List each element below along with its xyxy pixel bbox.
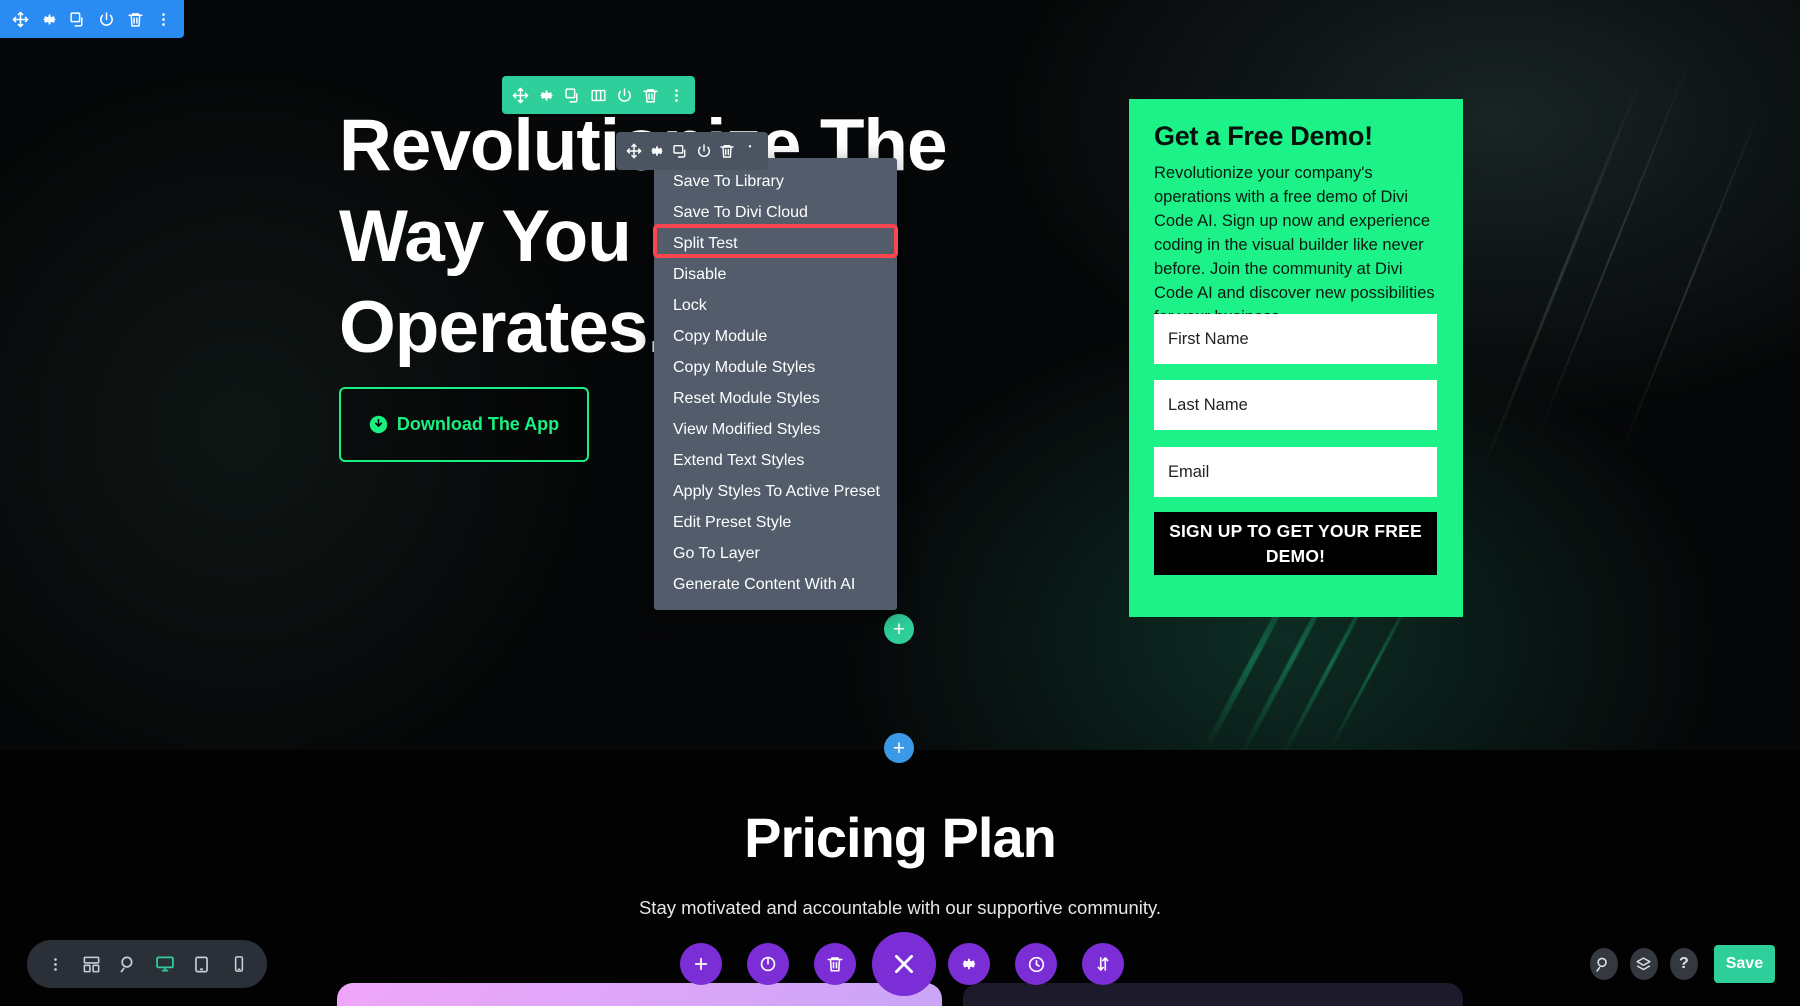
first-name-field[interactable]: First Name [1154,314,1437,364]
menu-item-split-test[interactable]: Split Test [654,228,897,259]
pricing-title: Pricing Plan [744,806,1057,869]
desktop-icon[interactable] [150,949,180,979]
menu-item-copy-module-styles[interactable]: Copy Module Styles [654,352,897,383]
kebab-icon[interactable] [739,132,762,170]
close-builder-button[interactable] [872,932,936,996]
menu-item-save-to-library[interactable]: Save To Library [654,166,897,197]
duplicate-icon[interactable] [560,76,586,114]
email-field[interactable]: Email [1154,447,1437,497]
kebab-icon[interactable] [40,949,70,979]
trash-icon[interactable] [637,76,663,114]
trash-icon[interactable] [814,943,856,985]
power-icon[interactable] [747,943,789,985]
pricing-subtitle: Stay motivated and accountable with our … [638,897,1162,918]
move-icon[interactable] [6,0,35,38]
duplicate-icon[interactable] [669,132,692,170]
kebab-icon[interactable] [663,76,689,114]
save-button[interactable]: Save [1713,945,1775,983]
trash-icon[interactable] [121,0,150,38]
add-module-button[interactable] [680,943,722,985]
sort-icon[interactable] [1082,943,1124,985]
module-context-menu[interactable]: Save To Library Save To Divi Cloud Split… [654,158,897,610]
menu-item-apply-styles-to-active-preset[interactable]: Apply Styles To Active Preset [654,476,897,507]
section-toolbar[interactable] [0,0,184,38]
power-icon[interactable] [611,76,637,114]
history-icon[interactable] [1015,943,1057,985]
gear-icon[interactable] [645,132,668,170]
menu-item-lock[interactable]: Lock [654,290,897,321]
gear-icon[interactable] [35,0,64,38]
power-icon[interactable] [92,0,121,38]
power-icon[interactable] [692,132,715,170]
download-circle-icon [369,415,388,434]
gear-icon[interactable] [948,943,990,985]
gear-icon[interactable] [534,76,560,114]
zoom-out-icon[interactable] [114,949,144,979]
menu-item-save-to-divi-cloud[interactable]: Save To Divi Cloud [654,197,897,228]
menu-item-disable[interactable]: Disable [654,259,897,290]
add-row-button[interactable]: + [884,614,914,644]
signup-submit-button[interactable]: SIGN UP TO GET YOUR FREE DEMO! [1154,512,1437,575]
background-streak [1618,103,1764,457]
search-icon[interactable] [1590,948,1618,980]
move-icon[interactable] [622,132,645,170]
builder-utility-bar[interactable]: ? Save [1590,940,1775,988]
menu-item-reset-module-styles[interactable]: Reset Module Styles [654,383,897,414]
tablet-icon[interactable] [187,949,217,979]
phone-icon[interactable] [224,949,254,979]
menu-item-copy-module[interactable]: Copy Module [654,321,897,352]
menu-item-generate-content-with-ai[interactable]: Generate Content With AI [654,569,897,600]
builder-action-bar[interactable] [650,932,1124,996]
download-the-app-button[interactable]: Download The App [339,387,589,462]
move-icon[interactable] [508,76,534,114]
background-streak [1479,75,1644,475]
demo-card-title: Get a Free Demo! [1154,121,1373,151]
add-section-button[interactable]: + [884,733,914,763]
duplicate-icon[interactable] [63,0,92,38]
divi-visual-builder: Revolutionize The Way You ... pany Opera… [0,0,1800,1006]
wireframe-icon[interactable] [77,949,107,979]
menu-item-view-modified-styles[interactable]: View Modified Styles [654,414,897,445]
view-mode-toolbar[interactable] [27,940,267,988]
module-toolbar[interactable] [616,132,768,170]
demo-card-body: Revolutionize your company's operations … [1154,164,1435,326]
menu-item-extend-text-styles[interactable]: Extend Text Styles [654,445,897,476]
columns-icon[interactable] [586,76,612,114]
last-name-field[interactable]: Last Name [1154,380,1437,430]
help-icon[interactable]: ? [1669,948,1698,980]
trash-icon[interactable] [715,132,738,170]
kebab-icon[interactable] [149,0,178,38]
layers-icon[interactable] [1629,948,1658,980]
menu-item-go-to-layer[interactable]: Go To Layer [654,538,897,569]
menu-item-edit-preset-style[interactable]: Edit Preset Style [654,507,897,538]
download-button-label: Download The App [396,414,560,434]
background-streak [1533,54,1693,446]
free-demo-card: Get a Free Demo! Revolutionize your comp… [1129,99,1463,617]
row-toolbar[interactable] [502,76,695,114]
